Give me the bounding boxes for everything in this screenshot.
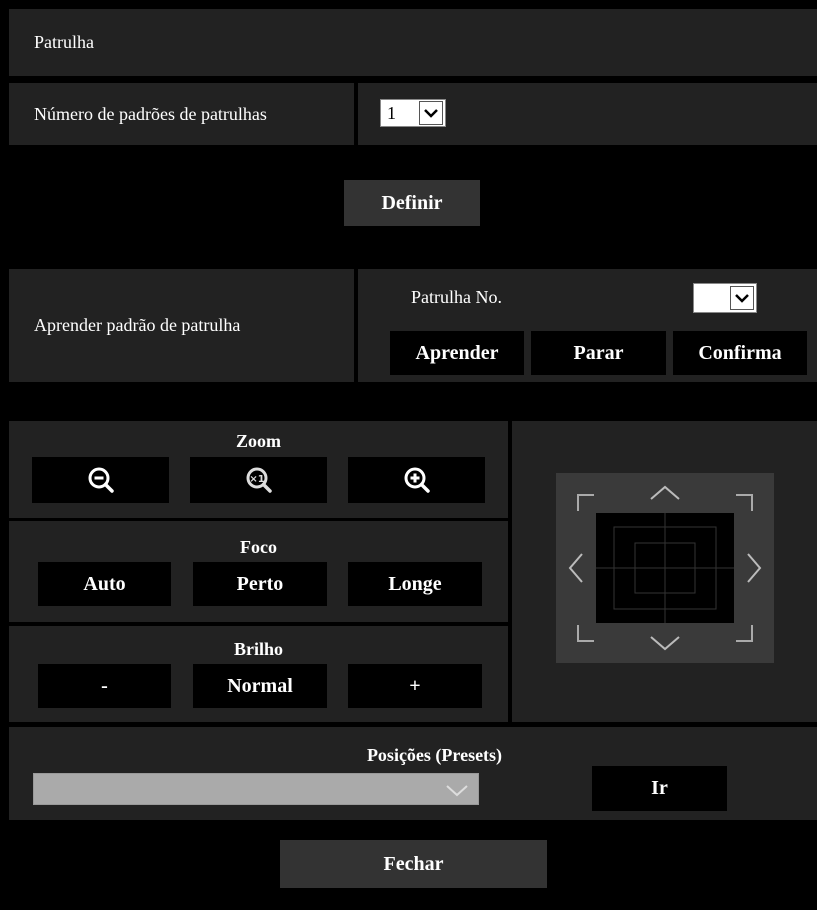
svg-text:×1: ×1 (249, 474, 264, 485)
zoom-in-button[interactable] (348, 457, 485, 503)
presets-section: Posições (Presets) Ir (9, 727, 817, 820)
tilt-up-button[interactable] (622, 473, 708, 513)
presets-title: Posições (Presets) (366, 745, 503, 765)
zoom-title: Zoom (236, 431, 281, 451)
focus-title: Foco (240, 537, 277, 557)
brightness-plus-button[interactable]: + (348, 664, 482, 708)
patrol-header: Patrulha (9, 9, 817, 76)
brightness-section: Brilho - Normal + (9, 626, 508, 722)
focus-section: Foco Auto Perto Longe (9, 521, 508, 622)
chevron-right-icon (747, 553, 762, 583)
chevron-down-icon (446, 785, 468, 797)
chevron-down-icon (650, 636, 680, 651)
chevron-up-icon (650, 485, 680, 500)
patrol-count-value-cell: 1 (358, 83, 817, 145)
chevron-left-icon (568, 553, 583, 583)
focus-far-button[interactable]: Longe (348, 562, 482, 606)
patrol-count-value: 1 (387, 102, 396, 123)
learn-button[interactable]: Aprender (390, 331, 524, 375)
brightness-title: Brilho (233, 639, 283, 659)
chevron-down-icon (730, 286, 754, 310)
ptz-panel (512, 421, 817, 722)
preset-go-button[interactable]: Ir (592, 766, 727, 811)
set-button[interactable]: Definir (344, 180, 480, 226)
zoom-x1-icon: ×1 (246, 467, 272, 493)
confirm-button[interactable]: Confirma (673, 331, 807, 375)
zoom-x1-button[interactable]: ×1 (190, 457, 327, 503)
set-button-label: Definir (381, 191, 443, 214)
ptz-center-pad[interactable] (596, 513, 734, 623)
focus-auto-button[interactable]: Auto (38, 562, 171, 606)
patrol-count-select[interactable]: 1 (380, 99, 446, 127)
pan-right-button[interactable] (734, 539, 774, 597)
patrol-count-label-cell: Número de padrões de patrulhas (9, 83, 354, 145)
learn-pattern-label: Aprender padrão de patrulha (34, 315, 241, 335)
presets-select[interactable] (33, 773, 479, 805)
learn-pattern-label-cell: Aprender padrão de patrulha (9, 269, 354, 382)
brightness-minus-button[interactable]: - (38, 664, 171, 708)
patrol-no-label: Patrulha No. (411, 286, 502, 307)
tilt-down-button[interactable] (622, 623, 708, 663)
crosshair-icon (596, 513, 734, 623)
chevron-down-icon (419, 101, 443, 125)
patrol-count-label: Número de padrões de patrulhas (34, 103, 267, 124)
zoom-out-icon (88, 467, 114, 493)
brightness-normal-button[interactable]: Normal (193, 664, 327, 708)
zoom-out-button[interactable] (32, 457, 169, 503)
patrol-title: Patrulha (34, 32, 94, 52)
focus-near-button[interactable]: Perto (193, 562, 327, 606)
patrol-no-select[interactable] (693, 283, 757, 313)
zoom-section: Zoom ×1 (9, 421, 508, 518)
zoom-in-icon (404, 467, 430, 493)
pan-left-button[interactable] (556, 539, 596, 597)
stop-button[interactable]: Parar (531, 331, 666, 375)
learn-pattern-controls: Patrulha No. Aprender Parar Confirma (358, 269, 817, 382)
close-button[interactable]: Fechar (280, 840, 547, 888)
